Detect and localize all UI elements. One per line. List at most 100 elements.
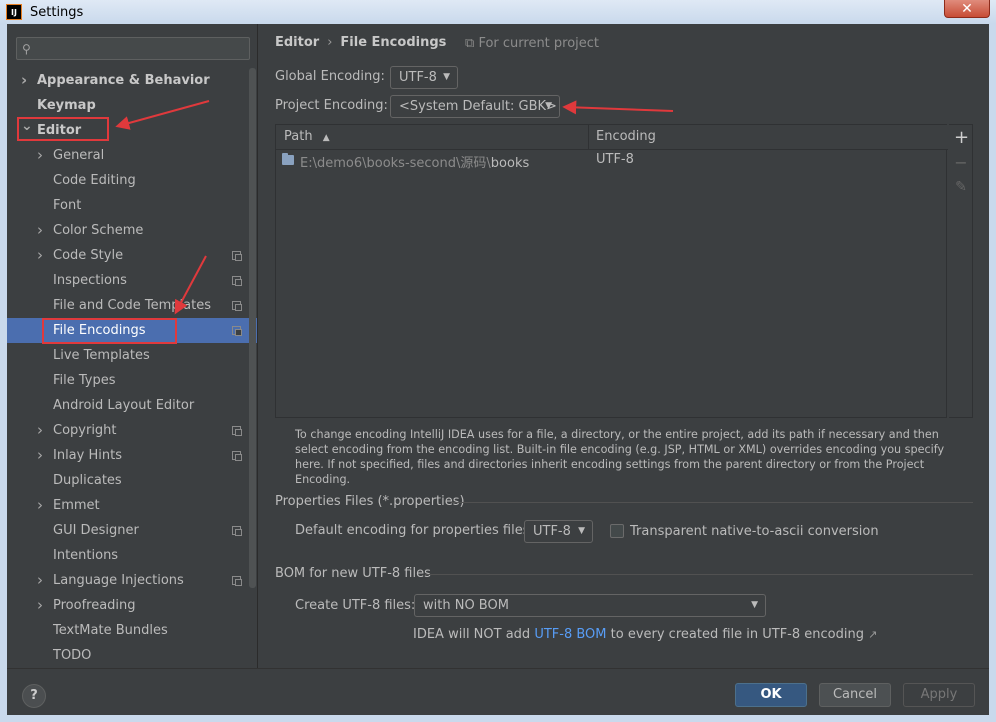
sidebar-item-proofreading[interactable]: › Proofreading	[7, 593, 257, 618]
sidebar-item-copyright[interactable]: › Copyright	[7, 418, 257, 443]
sidebar-item-textmate-bundles[interactable]: TextMate Bundles	[7, 618, 257, 643]
properties-encoding-value: UTF-8	[533, 524, 571, 539]
column-path-header[interactable]: Path ▲	[284, 129, 330, 144]
global-encoding-label: Global Encoding:	[275, 69, 385, 84]
add-icon[interactable]: +	[954, 127, 969, 148]
dialog-button-bar: ? OK Cancel Apply	[7, 668, 989, 715]
breadcrumb-file-encodings: File Encodings	[340, 35, 447, 50]
project-encoding-dropdown[interactable]: <System Default: GBK> ▼	[390, 95, 560, 118]
sidebar-item-gui-designer[interactable]: GUI Designer	[7, 518, 257, 543]
external-link-icon[interactable]: ↗	[868, 628, 877, 641]
sidebar-item-general[interactable]: › General	[7, 143, 257, 168]
sidebar-item-code-style[interactable]: › Code Style	[7, 243, 257, 268]
breadcrumb-separator: ›	[327, 35, 333, 50]
chevron-right-icon[interactable]: ›	[37, 568, 47, 593]
sidebar-item-label: Duplicates	[53, 473, 122, 488]
transparent-conversion-checkbox[interactable]	[610, 524, 624, 538]
window-title: Settings	[30, 4, 84, 20]
remove-icon[interactable]: −	[954, 153, 968, 172]
sidebar-item-android-layout-editor[interactable]: Android Layout Editor	[7, 393, 257, 418]
chevron-right-icon[interactable]: ›	[37, 243, 47, 268]
sidebar-item-inlay-hints[interactable]: › Inlay Hints	[7, 443, 257, 468]
sidebar-item-font[interactable]: Font	[7, 193, 257, 218]
table-row[interactable]: E:\demo6\books-second\源码\books UTF-8	[276, 151, 948, 171]
chevron-down-icon: ▼	[443, 72, 450, 82]
chevron-right-icon[interactable]: ›	[21, 68, 31, 93]
create-utf8-label: Create UTF-8 files:	[295, 598, 416, 613]
project-encoding-label: Project Encoding:	[275, 98, 388, 113]
settings-search[interactable]: ⚲	[16, 37, 250, 60]
utf8-bom-link[interactable]: UTF-8 BOM	[534, 627, 606, 642]
properties-encoding-dropdown[interactable]: UTF-8 ▼	[524, 520, 593, 543]
chevron-down-icon: ▼	[751, 600, 758, 610]
annotation-box-file-encodings	[42, 318, 177, 344]
project-scope-icon	[232, 301, 242, 311]
ok-button[interactable]: OK	[735, 683, 807, 707]
sidebar-item-label: Intentions	[53, 548, 119, 563]
sidebar-item-file-and-code-templates[interactable]: File and Code Templates	[7, 293, 257, 318]
cancel-button[interactable]: Cancel	[819, 683, 891, 707]
column-encoding-header[interactable]: Encoding	[596, 129, 656, 144]
for-current-project-label: For current project	[478, 36, 600, 51]
sidebar-item-live-templates[interactable]: Live Templates	[7, 343, 257, 368]
project-scope-icon	[232, 276, 242, 286]
table-toolbar: + − ✎	[949, 124, 973, 418]
sidebar-item-appearance-behavior[interactable]: › Appearance & Behavior	[7, 68, 257, 93]
sidebar-item-inspections[interactable]: Inspections	[7, 268, 257, 293]
chevron-right-icon[interactable]: ›	[37, 593, 47, 618]
column-divider[interactable]	[588, 125, 589, 150]
sidebar-item-intentions[interactable]: Intentions	[7, 543, 257, 568]
global-encoding-value: UTF-8	[399, 70, 437, 85]
sidebar-item-label: Appearance & Behavior	[37, 73, 210, 88]
chevron-right-icon[interactable]: ›	[37, 218, 47, 243]
sidebar-item-label: Inspections	[53, 273, 127, 288]
bom-dropdown[interactable]: with NO BOM ▼	[414, 594, 766, 617]
sidebar-item-file-types[interactable]: File Types	[7, 368, 257, 393]
sidebar-item-code-editing[interactable]: Code Editing	[7, 168, 257, 193]
chevron-down-icon: ▼	[545, 101, 552, 111]
for-current-project-note: ⧉ For current project	[465, 36, 599, 51]
encoding-description: To change encoding IntelliJ IDEA uses fo…	[295, 428, 945, 486]
annotation-box-editor	[17, 117, 109, 141]
row-path: E:\demo6\books-second\源码\books	[300, 152, 529, 171]
chevron-right-icon[interactable]: ›	[37, 418, 47, 443]
edit-icon[interactable]: ✎	[954, 179, 968, 195]
path-encoding-table: Path ▲ Encoding E:\demo6\books-second\源码…	[275, 124, 948, 418]
sidebar-item-todo[interactable]: TODO	[7, 643, 257, 668]
chevron-right-icon[interactable]: ›	[37, 493, 47, 518]
sidebar-item-label: General	[53, 148, 105, 163]
sidebar-item-label: TODO	[53, 648, 92, 663]
sidebar-item-language-injections[interactable]: › Language Injections	[7, 568, 257, 593]
project-scope-icon	[232, 576, 242, 586]
global-encoding-dropdown[interactable]: UTF-8 ▼	[390, 66, 458, 89]
help-button[interactable]: ?	[22, 684, 46, 708]
bom-divider	[425, 574, 973, 575]
table-header: Path ▲ Encoding	[276, 125, 948, 150]
transparent-conversion-label[interactable]: Transparent native-to-ascii conversion	[630, 524, 879, 539]
sidebar-item-label: Inlay Hints	[53, 448, 122, 463]
chevron-right-icon[interactable]: ›	[37, 443, 47, 468]
chevron-right-icon[interactable]: ›	[37, 143, 47, 168]
sidebar-item-label: Live Templates	[53, 348, 150, 363]
sidebar-item-label: File and Code Templates	[53, 298, 211, 313]
sidebar-item-label: Android Layout Editor	[53, 398, 195, 413]
breadcrumb-editor: Editor	[275, 35, 320, 50]
sidebar-item-color-scheme[interactable]: › Color Scheme	[7, 218, 257, 243]
sidebar-item-emmet[interactable]: › Emmet	[7, 493, 257, 518]
apply-button[interactable]: Apply	[903, 683, 975, 707]
sidebar-item-label: TextMate Bundles	[53, 623, 168, 638]
bom-note-prefix: IDEA will NOT add	[413, 627, 535, 642]
sidebar-scrollbar[interactable]	[249, 68, 256, 588]
sidebar-item-keymap[interactable]: Keymap	[7, 93, 257, 118]
project-scope-icon	[232, 526, 242, 536]
sidebar-item-duplicates[interactable]: Duplicates	[7, 468, 257, 493]
window-close-button[interactable]: ✕	[944, 0, 990, 18]
row-path-main: books	[490, 156, 530, 171]
sidebar-item-label: Code Editing	[53, 173, 136, 188]
sidebar-item-label: Proofreading	[53, 598, 136, 613]
project-scope-icon	[232, 426, 242, 436]
row-path-dim: E:\demo6\books-second\源码\	[300, 156, 491, 171]
row-encoding[interactable]: UTF-8	[596, 152, 634, 167]
search-input[interactable]	[41, 40, 241, 57]
sidebar-item-label: Code Style	[53, 248, 124, 263]
